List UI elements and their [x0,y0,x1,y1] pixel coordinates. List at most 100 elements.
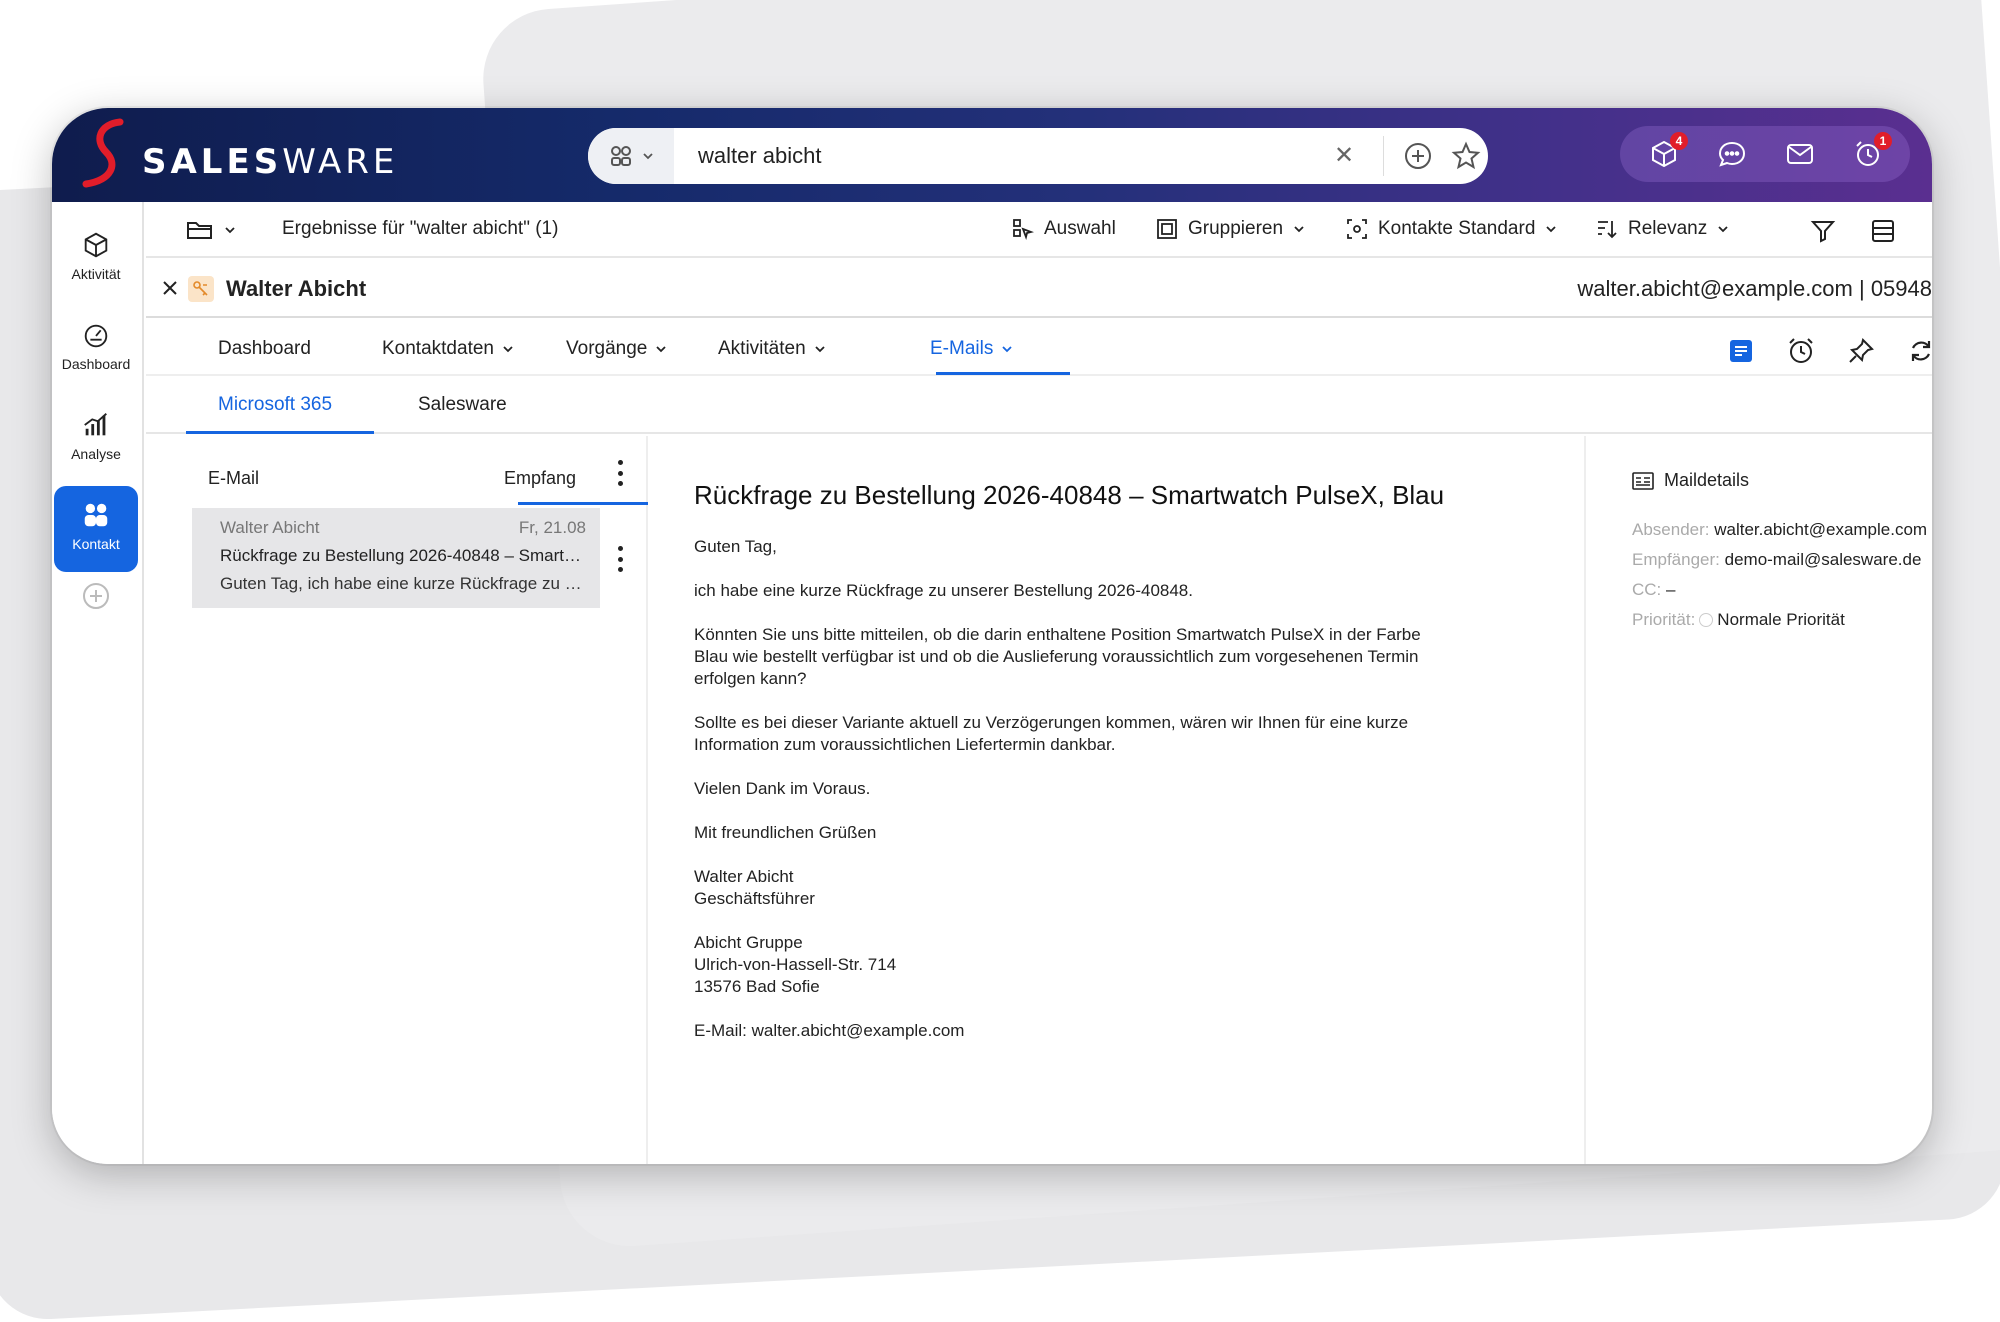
reminder-button[interactable]: 1 [1852,132,1892,170]
filter-icon [1810,221,1836,243]
tab-label: Vorgänge [566,338,648,359]
pin-icon[interactable] [1846,336,1876,366]
search-input[interactable] [698,138,1258,174]
mail-paragraph: E-Mail: walter.abicht@example.com [694,1021,965,1040]
sidebar-item-aktivitaet[interactable]: Aktivität [52,216,140,302]
add-circle-icon[interactable] [82,582,110,610]
relevanz-button[interactable]: Relevanz [1596,218,1729,240]
gruppieren-label: Gruppieren [1188,218,1284,239]
search-scope-icon [611,146,631,166]
details-title-text: Maildetails [1664,470,1750,490]
results-toolbar: Ergebnisse für "walter abicht" (1) Auswa… [146,202,1932,258]
contact-header: Walter Abicht walter.abicht@example.com … [146,260,1932,318]
mail-sender: Walter Abicht [220,518,320,537]
refresh-icon[interactable] [1906,336,1932,366]
contact-info: walter.abicht@example.com | 05948 [1577,276,1932,301]
active-tab-indicator [936,372,1070,375]
clear-search-icon[interactable]: ✕ [1330,142,1358,170]
note-icon[interactable] [1726,336,1756,366]
tab-label: Kontaktdaten [382,338,494,359]
mail-date: Fr, 21.08 [518,518,586,537]
tab-label: Aktivitäten [718,338,806,359]
tab-vorgaenge[interactable]: Vorgänge [566,338,667,360]
chevron-down-icon [1718,226,1728,233]
mail-button[interactable] [1784,138,1816,170]
logo-text-bold: SALES [142,142,283,182]
tab-aktivitaeten[interactable]: Aktivitäten [718,338,826,360]
add-circle-icon[interactable] [1402,140,1434,172]
top-actions: 4 1 [1620,126,1910,182]
tab-salesware[interactable]: Salesware [418,394,507,416]
contact-tabs: Dashboard Kontaktdaten Vorgänge Aktivitä… [146,320,1932,376]
detail-sender: Absender: walter.abicht@example.com [1632,520,1927,540]
chevron-down-icon [643,153,653,160]
mail-item-menu-icon[interactable] [616,546,624,572]
chevron-down-icon [656,346,666,353]
app-window: SALESWARE ✕ 4 [52,108,1932,1164]
notification-badge: 4 [1670,132,1688,150]
detail-recipient: Empfänger: demo-mail@salesware.de [1632,550,1921,570]
mail-source-tabs: Microsoft 365 Salesware [146,378,1932,434]
sidebar-item-kontakt[interactable]: Kontakt [54,486,138,572]
contact-name: Walter Abicht [226,276,367,301]
tab-emails[interactable]: E-Mails [930,338,1013,360]
notification-badge: 1 [1874,132,1892,150]
sidebar-item-label: Dashboard [61,356,131,372]
kontakte-standard-button[interactable]: Kontakte Standard [1346,218,1557,240]
group-icon [1157,219,1177,239]
chart-icon [84,413,107,436]
mail-paragraph: Sollte es bei dieser Variante aktuell zu… [694,713,1409,754]
priority-indicator-icon [1699,613,1714,627]
list-view-button[interactable] [1870,218,1896,244]
folder-dropdown[interactable] [186,218,236,242]
mail-list: E-Mail Empfang Walter Abicht Fr, 21.08 R… [146,436,648,1164]
auswahl-label: Auswahl [1044,218,1116,239]
sidebar-item-analyse[interactable]: Analyse [52,396,140,482]
sort-indicator [518,502,648,505]
panel-toggle-button[interactable] [1930,218,1932,244]
mail-paragraph: Könnten Sie uns bitte mitteilen, ob die … [694,625,1421,688]
chevron-down-icon [1546,226,1557,233]
cube-button[interactable]: 4 [1648,132,1688,170]
mail-paragraph: Abicht Gruppe Ulrich-von-Hassell-Str. 71… [694,933,897,996]
details-icon [1632,471,1654,490]
mail-reader-subject: Rückfrage zu Bestellung 2026-40848 – Sma… [694,480,1445,510]
chevron-down-icon [1002,346,1012,353]
detail-label: Priorität: [1632,610,1696,629]
tab-dashboard[interactable]: Dashboard [218,338,311,360]
detail-priority: Priorität: Normale Priorität [1632,610,1845,630]
auswahl-button[interactable]: Auswahl [1012,218,1116,240]
sidebar-item-dashboard[interactable]: Dashboard [52,306,140,392]
detail-label: Empfänger: [1632,550,1720,569]
column-header-empfang[interactable]: Empfang [504,468,576,489]
detail-value: Normale Priorität [1717,610,1845,629]
tab-kontaktdaten[interactable]: Kontaktdaten [382,338,514,360]
mail-paragraph: Guten Tag, [694,537,777,556]
detail-label: Absender: [1632,520,1710,539]
gruppieren-button[interactable]: Gruppieren [1156,218,1305,240]
alarm-clock-icon[interactable] [1786,336,1816,366]
detail-label: CC: [1632,580,1662,599]
mail-list-item[interactable]: Walter Abicht Fr, 21.08 Rückfrage zu Bes… [192,508,600,608]
detail-cc: CC: – [1632,580,1675,600]
column-header-email[interactable]: E-Mail [208,468,259,489]
mail-preview: Guten Tag, ich habe eine kurze Rückfrage… [220,574,590,593]
mail-details-panel: Maildetails Absender: walter.abicht@exam… [1588,436,1932,1164]
chevron-down-icon [503,346,513,353]
relevanz-label: Relevanz [1628,218,1708,239]
sidebar-item-label: Analyse [71,446,121,462]
cube-icon [84,232,108,258]
search-scope-dropdown[interactable] [588,128,674,184]
folder-icon [187,222,212,239]
sidebar: Aktivität Dashboard Analyse Kontakt [52,202,144,1164]
chevron-down-icon [225,227,235,234]
chevron-down-icon [1294,226,1304,233]
star-icon[interactable] [1450,140,1482,172]
mail-paragraph: Mit freundlichen Grüßen [694,823,877,842]
chat-button[interactable] [1716,138,1748,170]
filter-button[interactable] [1810,218,1836,244]
list-menu-icon[interactable] [616,460,624,486]
mail-paragraph: Walter Abicht Geschäftsführer [694,867,815,908]
tab-microsoft-365[interactable]: Microsoft 365 [218,394,332,416]
close-icon[interactable] [160,278,180,298]
